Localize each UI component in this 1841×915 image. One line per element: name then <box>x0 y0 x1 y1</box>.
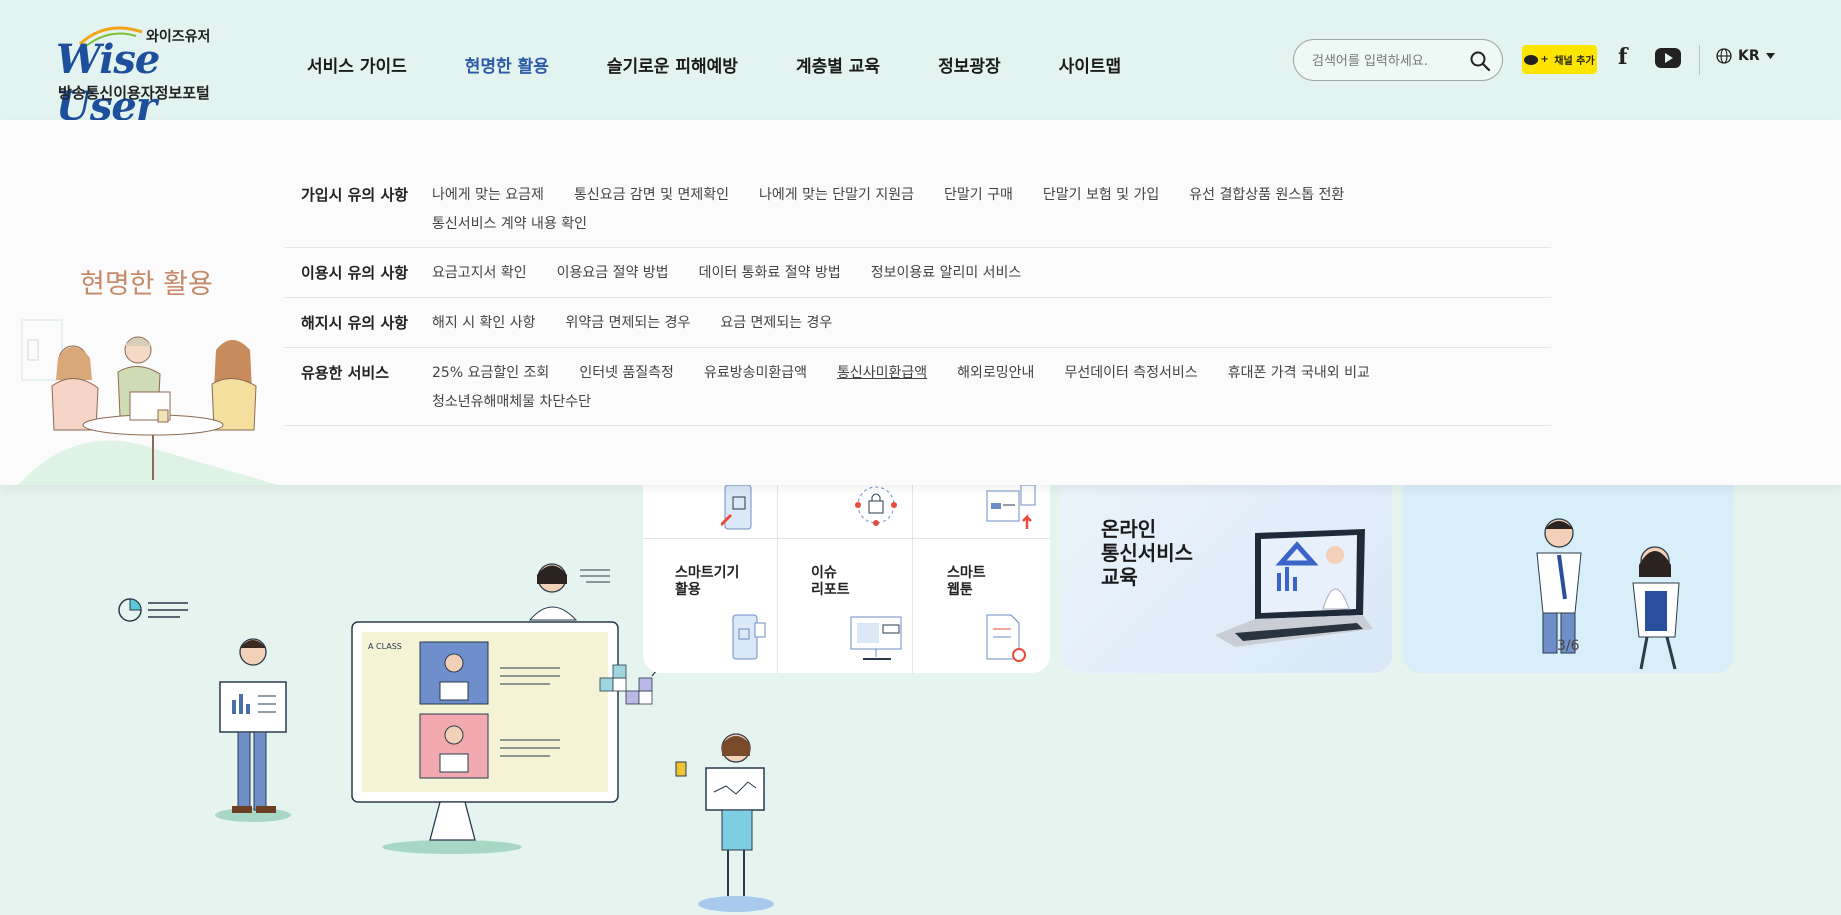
menu-link[interactable]: 이용요금 절약 방법 <box>557 262 669 283</box>
mega-links-useful-services: 25% 요금할인 조회 인터넷 품질측정 유료방송미환급액 통신사미환급액 해외… <box>432 362 1492 411</box>
nav-sitemap[interactable]: 사이트맵 <box>1059 52 1122 77</box>
facebook-icon[interactable]: f <box>1618 44 1627 70</box>
mega-row-usage: 이용시 유의 사항 요금고지서 확인 이용요금 절약 방법 데이터 통화료 절약… <box>285 248 1551 298</box>
header-divider <box>1699 45 1700 75</box>
menu-link[interactable]: 요금 면제되는 경우 <box>720 312 832 333</box>
cafe-friends-illustration <box>18 319 278 485</box>
menu-link[interactable]: 나에게 맞는 단말기 지원금 <box>759 184 914 204</box>
mega-menu-rows: 가입시 유의 사항 나에게 맞는 요금제 통신요금 감면 및 면제확인 나에게 … <box>285 170 1551 426</box>
mega-row-head-signup: 가입시 유의 사항 <box>301 186 409 204</box>
menu-link[interactable]: 데이터 통화료 절약 방법 <box>699 262 841 283</box>
search-icon[interactable] <box>1468 49 1492 73</box>
education-illustration: A CLASS <box>118 563 691 854</box>
kakao-channel-label: 채널 추가 <box>1554 56 1595 67</box>
menu-link[interactable]: 해외로밍안내 <box>957 362 1034 382</box>
mega-row-useful-services: 유용한 서비스 25% 요금할인 조회 인터넷 품질측정 유료방송미환급액 통신… <box>285 348 1551 426</box>
menu-link[interactable]: 유선 결합상품 원스톱 전환 <box>1189 184 1344 204</box>
menu-link[interactable]: 유료방송미환급액 <box>704 362 807 382</box>
nav-damage-prevention[interactable]: 슬기로운 피해예방 <box>607 52 738 77</box>
menu-link[interactable]: 통신요금 감면 및 면제확인 <box>574 184 729 204</box>
mega-row-termination: 해지시 유의 사항 해지 시 확인 사항 위약금 면제되는 경우 요금 면제되는… <box>285 298 1551 348</box>
quick-menu-grid: 스마트기기 활용 이슈 리포트 스마트 웹툰 <box>643 485 1050 673</box>
nav-education[interactable]: 계층별 교육 <box>796 52 880 77</box>
menu-link[interactable]: 무선데이터 측정서비스 <box>1064 362 1197 382</box>
menu-link[interactable]: 정보이용료 알리미 서비스 <box>871 262 1022 283</box>
menu-link[interactable]: 단말기 구매 <box>944 184 1013 204</box>
grid-item-smart-webtoon[interactable]: 스마트 웹툰 <box>947 565 986 599</box>
mega-menu-dropdown: 현명한 활용 가입시 유의 사항 나에게 맞는 요금제 통신요금 감면 및 면제… <box>0 120 1841 485</box>
webtoon-video-icon[interactable] <box>983 613 1033 665</box>
logo-subtitle: 방송통신이용자정보포털 <box>58 84 210 102</box>
slide-pager: 3/6 <box>1557 638 1580 654</box>
kakao-channel-button[interactable]: + 채널 추가 <box>1522 45 1597 74</box>
nav-service-guide[interactable]: 서비스 가이드 <box>307 52 407 77</box>
menu-link[interactable]: 해지 시 확인 사항 <box>432 312 536 333</box>
mega-row-head-termination: 해지시 유의 사항 <box>301 314 409 332</box>
monitor-label: A CLASS <box>368 642 402 651</box>
menu-link[interactable]: 요금고지서 확인 <box>432 262 527 283</box>
nav-smart-use[interactable]: 현명한 활용 <box>465 52 549 77</box>
caret-down-icon <box>1765 53 1775 59</box>
online-education-card[interactable]: 온라인 통신서비스 교육 <box>1061 485 1392 673</box>
language-current: KR <box>1738 48 1760 64</box>
phone-scan-icon[interactable] <box>721 485 757 531</box>
business-people-illustration <box>1536 518 1680 670</box>
youtube-icon[interactable] <box>1655 48 1681 68</box>
menu-link[interactable]: 25% 요금할인 조회 <box>432 362 549 382</box>
kakao-label: + <box>1540 54 1553 65</box>
grid-row-divider <box>643 538 1050 539</box>
site-header: 와이즈유저 Wise User 방송통신이용자정보포털 서비스 가이드 현명한 … <box>0 0 1841 130</box>
menu-link[interactable]: 청소년유해매체물 차단수단 <box>432 391 591 411</box>
main-nav: 서비스 가이드 현명한 활용 슬기로운 피해예방 계층별 교육 정보광장 사이트… <box>307 52 1179 77</box>
mega-links-usage: 요금고지서 확인 이용요금 절약 방법 데이터 통화료 절약 방법 정보이용료 … <box>432 262 1492 283</box>
people-card[interactable]: 3/6 <box>1403 485 1734 673</box>
site-logo[interactable]: 와이즈유저 Wise User 방송통신이용자정보포털 <box>56 22 216 130</box>
search-input[interactable] <box>1312 51 1462 71</box>
menu-link-hovered[interactable]: 통신사미환급액 <box>837 362 927 382</box>
menu-link[interactable]: 인터넷 품질측정 <box>579 362 674 382</box>
mega-menu-title: 현명한 활용 <box>80 269 213 300</box>
mega-row-head-useful-services: 유용한 서비스 <box>301 364 390 382</box>
language-selector[interactable]: KR <box>1716 48 1775 64</box>
menu-link[interactable]: 통신서비스 계약 내용 확인 <box>432 213 587 233</box>
menu-link[interactable]: 단말기 보험 및 가입 <box>1043 184 1159 204</box>
mega-row-signup: 가입시 유의 사항 나에게 맞는 요금제 통신요금 감면 및 면제확인 나에게 … <box>285 170 1551 248</box>
mega-row-head-usage: 이용시 유의 사항 <box>301 264 409 282</box>
online-education-title: 온라인 통신서비스 교육 <box>1101 517 1193 589</box>
menu-link[interactable]: 나에게 맞는 요금제 <box>432 184 544 204</box>
kakao-icon <box>1524 54 1539 65</box>
grid-item-issue-report[interactable]: 이슈 리포트 <box>811 565 850 599</box>
globe-icon <box>1716 48 1732 64</box>
search-box <box>1293 39 1503 81</box>
woman-with-board-illustration <box>675 733 774 912</box>
nav-info-plaza[interactable]: 정보광장 <box>938 52 1001 77</box>
lock-security-icon[interactable] <box>849 485 903 529</box>
laptop-lecture-illustration <box>1215 529 1373 647</box>
menu-link[interactable]: 위약금 면제되는 경우 <box>566 312 691 333</box>
mega-links-termination: 해지 시 확인 사항 위약금 면제되는 경우 요금 면제되는 경우 <box>432 312 1492 333</box>
grid-item-smart-device[interactable]: 스마트기기 활용 <box>675 565 739 599</box>
mega-links-signup: 나에게 맞는 요금제 통신요금 감면 및 면제확인 나에게 맞는 단말기 지원금… <box>432 184 1492 233</box>
menu-link[interactable]: 휴대폰 가격 국내외 비교 <box>1228 362 1370 382</box>
monitor-report-icon[interactable] <box>847 615 907 663</box>
smart-device-icon[interactable] <box>729 613 769 663</box>
report-upload-icon[interactable] <box>983 485 1039 531</box>
